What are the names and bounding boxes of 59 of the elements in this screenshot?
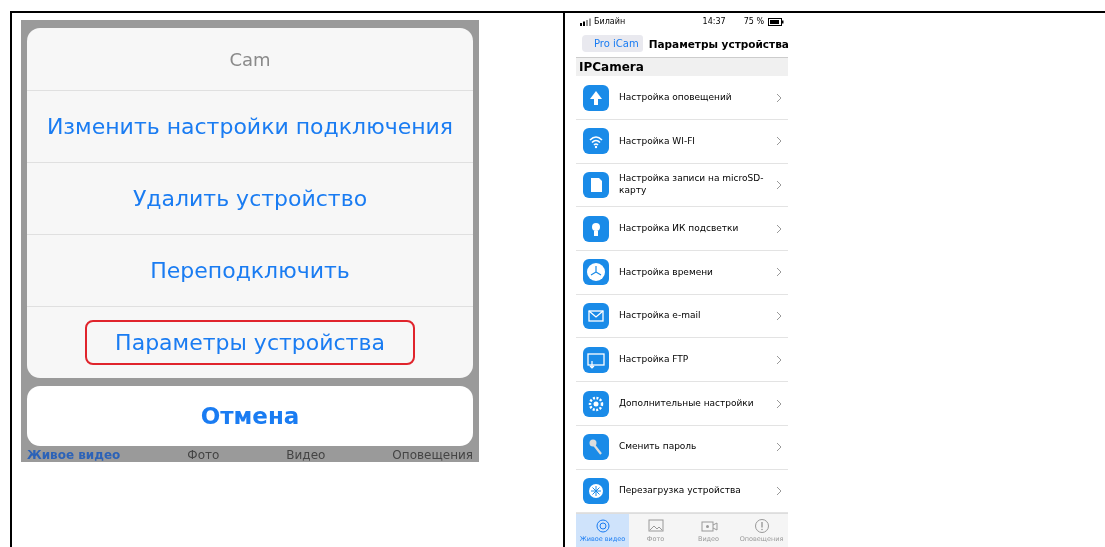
chevron-icon xyxy=(776,354,782,365)
item-label: Настройка WI-FI xyxy=(619,135,696,148)
sheet-title: Cam xyxy=(27,28,473,91)
lamp-icon xyxy=(583,215,609,242)
item-label: Настройка FTP xyxy=(619,354,690,366)
tab[interactable]: Оповещения xyxy=(392,448,473,462)
envelope-icon xyxy=(583,303,609,330)
chevron-icon xyxy=(776,223,782,234)
cancel-button[interactable]: Отмена xyxy=(27,386,473,446)
chevron-icon xyxy=(776,311,782,322)
settings-icon xyxy=(583,390,609,417)
clock-icon xyxy=(583,259,609,286)
settings-item[interactable]: Настройка оповещений xyxy=(576,76,788,121)
camera-icon xyxy=(698,518,719,535)
nav-title: Параметры устройства xyxy=(648,37,789,50)
item-label: Перезагрузка устройства xyxy=(619,485,742,497)
item-label: Настройка записи на microSD-карту xyxy=(619,173,765,197)
settings-item[interactable]: Настройка ИК подсветки xyxy=(576,207,788,252)
settings-item[interactable]: Настройка e-mail xyxy=(576,294,788,339)
item-label: Дополнительные настройки xyxy=(619,397,755,410)
snowflake-icon xyxy=(583,477,609,504)
image-icon xyxy=(645,518,666,535)
upload-icon xyxy=(583,84,609,111)
item-label: Настройка e-mail xyxy=(619,310,702,322)
tab[interactable]: Живое видео xyxy=(27,448,121,462)
action-button[interactable]: Изменить настройки подключения xyxy=(16,104,484,149)
chevron-icon xyxy=(776,136,782,147)
chevron-icon xyxy=(776,92,782,103)
battery-icon xyxy=(768,17,784,26)
wifi-icon xyxy=(583,128,609,155)
tab[interactable]: Видео xyxy=(286,448,326,462)
settings-item[interactable]: Настройка времени xyxy=(576,251,788,295)
time-label: 14:37 xyxy=(702,17,726,27)
item-label: Настройка оповещений xyxy=(619,91,733,104)
chevron-icon xyxy=(776,180,782,191)
item-label: Настройка времени xyxy=(619,266,714,279)
settings-item[interactable]: Настройка записи на microSD-карту xyxy=(576,163,788,208)
key-icon xyxy=(583,434,609,461)
chevron-icon xyxy=(776,267,782,278)
settings-item[interactable]: Дополнительные настройки xyxy=(576,382,788,426)
settings-item[interactable]: Сменить пароль xyxy=(576,425,788,470)
item-label: Сменить пароль xyxy=(619,441,698,454)
carrier-label: Билайн xyxy=(594,17,626,27)
battery-label: 75 % xyxy=(743,17,764,27)
action-button[interactable]: Параметры устройства xyxy=(85,320,415,365)
action-button[interactable]: Переподключить xyxy=(120,248,380,293)
action-button[interactable]: Удалить устройство xyxy=(102,176,398,221)
chevron-icon xyxy=(776,442,782,453)
settings-item[interactable]: Настройка WI-FI xyxy=(576,120,788,164)
tab[interactable]: Фото xyxy=(187,448,220,462)
section-header: IPCamera xyxy=(576,58,788,77)
item-label: Настройка ИК подсветки xyxy=(619,222,740,235)
settings-item[interactable]: Настройка FTP xyxy=(576,338,788,383)
memory-card-icon xyxy=(583,172,609,199)
monitor-icon xyxy=(583,346,609,373)
chevron-icon xyxy=(776,485,782,496)
signal-icon xyxy=(580,17,592,26)
back-button[interactable]: Pro iCam xyxy=(582,35,643,53)
chevron-icon xyxy=(776,398,782,409)
